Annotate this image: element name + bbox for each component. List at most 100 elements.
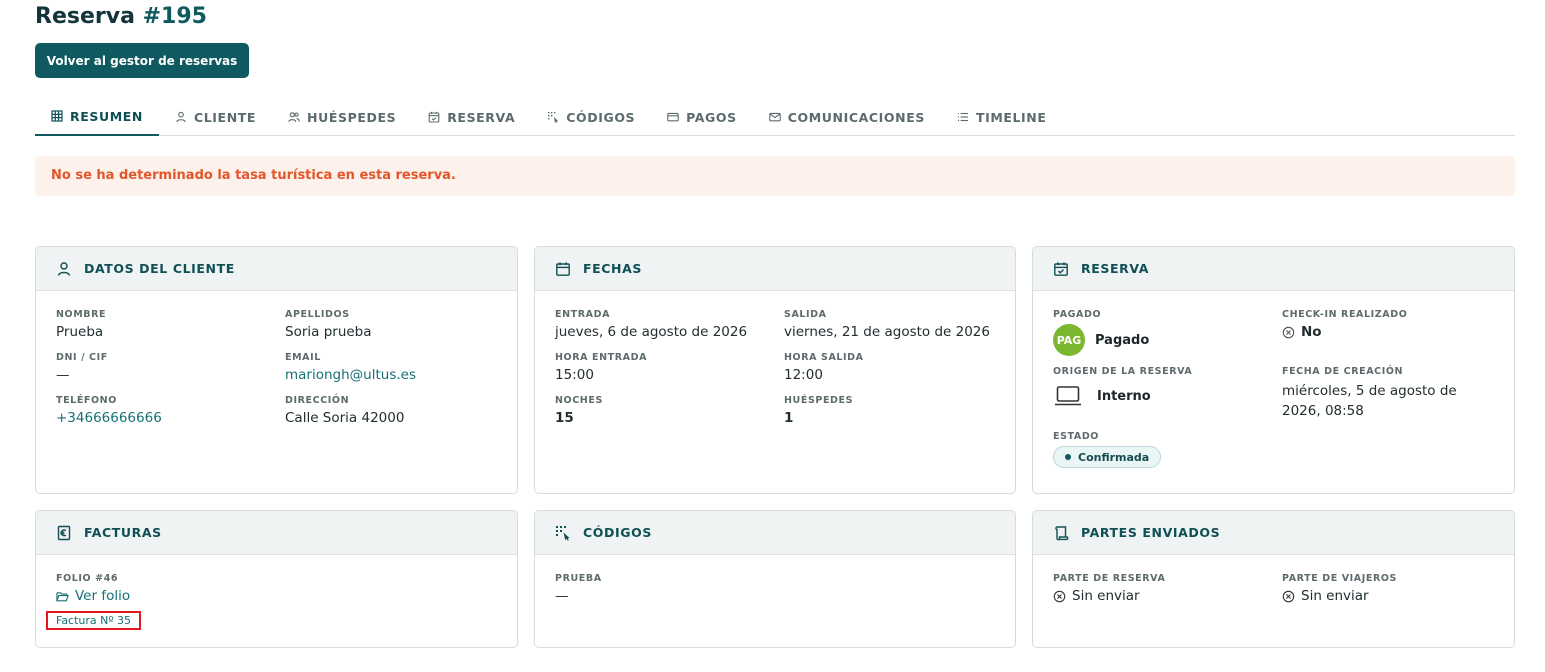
field-label: PARTE DE VIAJEROS <box>1282 573 1397 584</box>
field-huespedes: HUÉSPEDES 1 <box>784 395 995 426</box>
field-label: FECHA DE CREACIÓN <box>1282 366 1404 377</box>
page-title-prefix: Reserva <box>35 4 135 29</box>
view-folio-link[interactable]: Ver folio <box>56 588 130 604</box>
card-header: CÓDIGOS <box>535 511 1015 555</box>
close-circle-icon <box>1282 590 1295 602</box>
field-label: NOCHES <box>555 395 603 406</box>
users-icon <box>288 112 300 123</box>
back-to-manager-button[interactable]: Volver al gestor de reservas <box>35 43 249 78</box>
codes-card: CÓDIGOS PRUEBA — <box>534 510 1016 648</box>
tab-label: HUÉSPEDES <box>307 109 397 125</box>
field-telefono: TELÉFONO +34666666666 <box>56 395 285 426</box>
laptop-icon <box>1055 386 1081 406</box>
dates-card: FECHAS ENTRADA jueves, 6 de agosto de 20… <box>534 246 1016 494</box>
field-hora-salida: HORA SALIDA 12:00 <box>784 352 995 383</box>
field-label: HORA SALIDA <box>784 352 864 363</box>
card-title: FECHAS <box>583 261 642 276</box>
field-label: APELLIDOS <box>285 309 350 320</box>
field-salida: SALIDA viernes, 21 de agosto de 2026 <box>784 309 995 340</box>
field-checkin: CHECK-IN REALIZADO No <box>1282 309 1494 356</box>
tab-cliente[interactable]: CLIENTE <box>159 98 272 136</box>
field-email: EMAIL mariongh@ultus.es <box>285 352 497 383</box>
status-badge: Confirmada <box>1053 446 1162 468</box>
tab-label: RESUMEN <box>70 108 143 124</box>
card-body: ENTRADA jueves, 6 de agosto de 2026 SALI… <box>535 291 1015 426</box>
field-label: HUÉSPEDES <box>784 395 854 406</box>
grid-icon <box>51 110 63 122</box>
user-icon <box>176 111 186 123</box>
report-status: Sin enviar <box>1053 588 1140 604</box>
field-value: 1 <box>784 410 794 426</box>
calendar-icon <box>556 261 570 276</box>
close-circle-icon <box>1282 326 1295 338</box>
field-value: jueves, 6 de agosto de 2026 <box>555 324 748 340</box>
field-value: — <box>56 367 70 383</box>
field-value: 15 <box>555 410 574 426</box>
card-title: FACTURAS <box>84 525 162 540</box>
card-title: CÓDIGOS <box>583 525 652 540</box>
field-value: viernes, 21 de agosto de 2026 <box>784 324 990 340</box>
report-status-label: Sin enviar <box>1072 588 1140 604</box>
field-value: Prueba <box>56 324 104 340</box>
card-title: RESERVA <box>1081 261 1150 276</box>
list-icon <box>957 112 968 122</box>
tab-timeline[interactable]: TIMELINE <box>941 98 1063 136</box>
paid-badge: PAG <box>1053 324 1085 356</box>
reservation-page: Reserva #195 Volver al gestor de reserva… <box>0 0 1545 648</box>
tab-codigos[interactable]: CÓDIGOS <box>531 98 651 136</box>
card-header: RESERVA <box>1033 247 1514 291</box>
user-icon <box>57 261 71 276</box>
tab-label: CLIENTE <box>193 109 257 125</box>
tab-comunicaciones[interactable]: COMUNICACIONES <box>753 98 941 136</box>
card-body: PAGADO PAG Pagado CHECK-IN REALIZADO No … <box>1033 291 1514 468</box>
status-label: Confirmada <box>1078 450 1150 464</box>
checkin-status: No <box>1282 324 1322 340</box>
field-entrada: ENTRADA jueves, 6 de agosto de 2026 <box>555 309 784 340</box>
tab-label: TIMELINE <box>975 109 1047 125</box>
field-label: PAGADO <box>1053 309 1102 320</box>
field-label: ENTRADA <box>555 309 611 320</box>
field-label: ESTADO <box>1053 431 1099 442</box>
phone-link[interactable]: +34666666666 <box>56 410 285 426</box>
field-dni: DNI / CIF — <box>56 352 285 383</box>
field-value: Soria prueba <box>285 324 372 340</box>
euro-invoice-icon <box>57 525 71 540</box>
calendar-check-icon <box>428 111 440 123</box>
card-body: FOLIO #46 Ver folio Factura Nº 35 <box>36 555 517 630</box>
field-value: 15:00 <box>555 367 594 383</box>
tourist-tax-alert: No se ha determinado la tasa turística e… <box>35 156 1515 196</box>
mail-icon <box>768 112 781 122</box>
origin-label: Interno <box>1097 388 1151 404</box>
tab-label: RESERVA <box>447 109 516 125</box>
report-status-label: Sin enviar <box>1301 588 1369 604</box>
card-title: PARTES ENVIADOS <box>1081 525 1221 540</box>
card-header: DATOS DEL CLIENTE <box>36 247 517 291</box>
reservation-card: RESERVA PAGADO PAG Pagado CHECK-IN REALI… <box>1032 246 1515 494</box>
code-icon <box>548 112 559 123</box>
field-value: Calle Soria 42000 <box>285 410 405 426</box>
field-label: CHECK-IN REALIZADO <box>1282 309 1408 320</box>
field-parte-viajeros: PARTE DE VIAJEROS Sin enviar <box>1282 573 1494 608</box>
card-header: PARTES ENVIADOS <box>1033 511 1514 555</box>
email-link[interactable]: mariongh@ultus.es <box>285 367 497 383</box>
field-estado: ESTADO Confirmada <box>1053 431 1282 468</box>
field-parte-reserva: PARTE DE RESERVA Sin enviar <box>1053 573 1282 608</box>
field-value: — <box>555 588 569 604</box>
invoice-link[interactable]: Factura Nº 35 <box>46 610 142 630</box>
field-prueba: PRUEBA — <box>555 573 995 604</box>
field-noches: NOCHES 15 <box>555 395 784 426</box>
calendar-check-icon <box>1054 261 1068 276</box>
field-nombre: NOMBRE Prueba <box>56 309 285 340</box>
view-folio-label: Ver folio <box>75 588 131 604</box>
reservation-number: #195 <box>142 4 207 29</box>
summary-grid: DATOS DEL CLIENTE NOMBRE Prueba APELLIDO… <box>35 246 1515 648</box>
tab-resumen[interactable]: RESUMEN <box>35 98 159 136</box>
tab-huespedes[interactable]: HUÉSPEDES <box>272 98 412 136</box>
card-title: DATOS DEL CLIENTE <box>84 261 235 276</box>
tab-label: PAGOS <box>686 109 737 125</box>
tab-reserva[interactable]: RESERVA <box>412 98 531 136</box>
code-icon <box>556 525 570 541</box>
origin-value: Interno <box>1053 381 1282 411</box>
tab-pagos[interactable]: PAGOS <box>651 98 753 136</box>
credit-card-icon <box>667 112 679 122</box>
